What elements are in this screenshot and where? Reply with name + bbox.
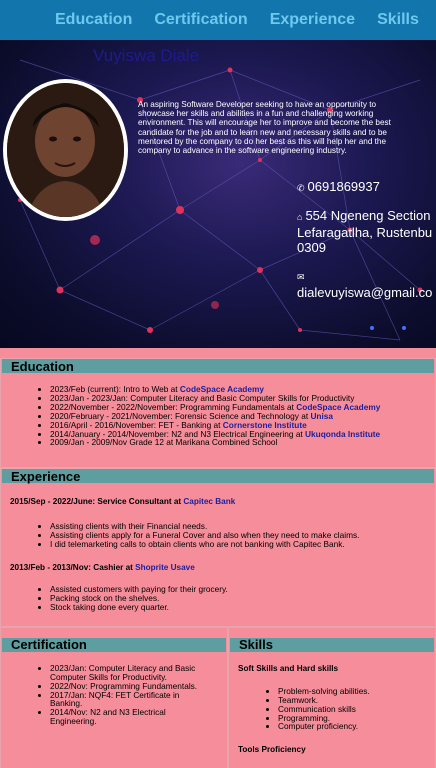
profile-name: Vuyiswa Diale	[93, 46, 200, 65]
certification-item: 2017/Jan: NQF4: FET Certificate in Banki…	[50, 690, 209, 709]
nav-link-experience[interactable]: Experience	[270, 11, 355, 29]
job-duty: Stock taking done every quarter.	[50, 602, 435, 612]
contact-address: ⌂ 554 Ngeneng Section Lefaragatlha, Ruste…	[297, 208, 432, 255]
contact-phone: ✆ 0691869937	[297, 179, 380, 194]
education-heading: Education	[2, 359, 434, 374]
job-duties-list: Assisted customers with paying for their…	[1, 585, 435, 612]
bottom-columns: Certification 2023/Jan: Computer Literac…	[0, 626, 436, 768]
education-item: 2009/Jan - 2009/Nov Grade 12 at Marikana…	[50, 438, 435, 447]
nav-link-education[interactable]: Education	[55, 11, 132, 29]
skills-section: Skills Soft Skills and Hard skills Probl…	[228, 626, 436, 768]
certification-section: Certification 2023/Jan: Computer Literac…	[0, 626, 228, 768]
nav-link-certification[interactable]: Certification	[154, 11, 247, 29]
address-line-3: 0309	[297, 240, 326, 255]
home-icon: ⌂	[297, 212, 303, 222]
certification-list: 2023/Jan: Computer Literacy and Basic Co…	[1, 663, 227, 726]
contact-email: ✉ dialevuyiswa@gmail.co	[297, 268, 432, 300]
address-line-1: 554 Ngeneng Section	[305, 208, 431, 223]
certification-heading: Certification	[2, 637, 226, 652]
certification-item: 2023/Jan: Computer Literacy and Basic Co…	[50, 663, 209, 682]
experience-section: Experience 2015/Sep - 2022/June: Service…	[0, 468, 436, 627]
envelope-icon: ✉	[297, 272, 305, 282]
skills-list: Problem-solving abilities. Teamwork. Com…	[229, 686, 435, 732]
job-duties-list: Assisting clients with their Financial n…	[1, 522, 435, 549]
tools-subheading: Tools Proficiency	[238, 745, 306, 755]
education-section: Education 2023/Feb (current): Intro to W…	[0, 358, 436, 469]
profile-bio: An aspiring Software Developer seeking t…	[138, 100, 391, 156]
job-heading: 2013/Feb - 2013/Nov: Cashier at Shoprite…	[10, 563, 195, 573]
job-duty: I did telemarketing calls to obtain clie…	[50, 540, 435, 549]
hero-banner: Vuyiswa Diale An aspiring Software Devel…	[0, 40, 436, 348]
skills-heading: Skills	[230, 637, 434, 652]
address-line-2: Lefaragatlha, Rustenbu	[297, 225, 433, 240]
education-list: 2023/Feb (current): Intro to Web at Code…	[1, 385, 435, 447]
job-heading: 2015/Sep - 2022/June: Service Consultant…	[10, 497, 236, 507]
top-nav: Education Certification Experience Skill…	[0, 0, 436, 40]
experience-heading: Experience	[2, 469, 434, 484]
phone-icon: ✆	[297, 183, 305, 193]
certification-item: 2014/Nov: N2 and N3 Electrical Engineeri…	[50, 708, 209, 726]
profile-photo	[3, 79, 128, 221]
skills-subheading: Soft Skills and Hard skills	[238, 663, 339, 673]
email-address[interactable]: dialevuyiswa@gmail.co	[297, 285, 432, 300]
phone-number: 0691869937	[307, 179, 380, 194]
skill-item: Computer proficiency.	[278, 722, 435, 731]
nav-link-skills[interactable]: Skills	[377, 11, 419, 29]
